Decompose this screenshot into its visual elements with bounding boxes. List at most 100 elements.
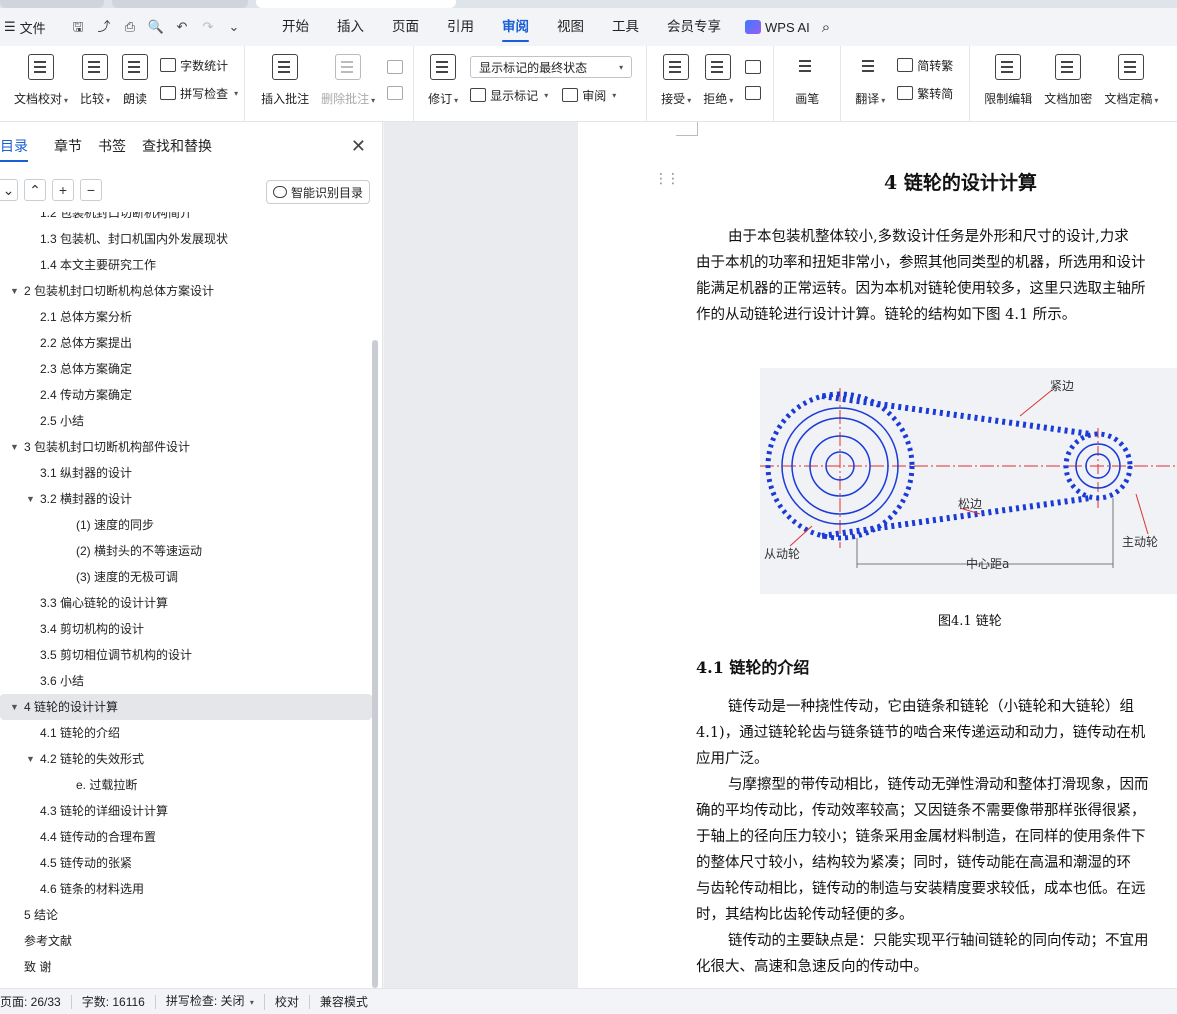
- delete-comment-button[interactable]: 删除批注 ▾: [315, 54, 381, 107]
- simplified-to-traditional-button[interactable]: 简转繁: [897, 56, 953, 74]
- toc-item[interactable]: 2.3 总体方案确定: [0, 356, 372, 382]
- toc-item[interactable]: ▼ 3 包装机封口切断机构部件设计: [0, 434, 372, 460]
- proofread-status[interactable]: 校对: [265, 994, 310, 1009]
- toc-item[interactable]: 4.1 链轮的介绍: [0, 720, 372, 746]
- markup-state-value: 显示标记的最终状态: [479, 60, 588, 75]
- window-tab-active[interactable]: [256, 0, 456, 8]
- undo-icon[interactable]: ↶: [172, 17, 192, 37]
- toc-item[interactable]: 1.2 包装机封口切断机构简介: [0, 212, 372, 226]
- toc-item[interactable]: 3.3 偏心链轮的设计计算: [0, 590, 372, 616]
- tab-toc[interactable]: 目录: [0, 122, 36, 170]
- print-preview-icon[interactable]: 🔍: [146, 17, 166, 37]
- insert-comment-button[interactable]: 插入批注: [255, 54, 315, 107]
- plus-icon[interactable]: +: [52, 179, 74, 201]
- collapse-chevron-icon[interactable]: ⌄: [0, 179, 18, 201]
- toc-item[interactable]: 2.4 传动方案确定: [0, 382, 372, 408]
- menu-tools[interactable]: 工具: [598, 8, 653, 46]
- translate-button[interactable]: 翻译 ▾: [849, 54, 891, 107]
- toc-item[interactable]: 4.3 链轮的详细设计计算: [0, 798, 372, 824]
- toc-item[interactable]: ▼ 3.2 横封器的设计: [0, 486, 372, 512]
- toc-item[interactable]: ▼ 4 链轮的设计计算: [0, 694, 372, 720]
- redo-icon[interactable]: ↷: [198, 17, 218, 37]
- restrict-edit-button[interactable]: 限制编辑: [978, 54, 1038, 107]
- prev-change-icon[interactable]: [745, 60, 762, 74]
- prev-comment-icon[interactable]: [387, 60, 404, 74]
- encrypt-button[interactable]: 文档加密: [1038, 54, 1098, 107]
- file-menu[interactable]: ☰ 文件: [0, 18, 60, 37]
- tab-find-replace[interactable]: 查找和替换: [134, 122, 220, 170]
- window-tab[interactable]: [0, 0, 104, 8]
- toc-item[interactable]: 1.4 本文主要研究工作: [0, 252, 372, 278]
- toc-item[interactable]: 1.3 包装机、封口机国内外发展现状: [0, 226, 372, 252]
- toc-item[interactable]: (3) 速度的无极可调: [0, 564, 372, 590]
- next-comment-icon[interactable]: [387, 86, 404, 100]
- toc-item[interactable]: 3.6 小结: [0, 668, 372, 694]
- word-count-indicator[interactable]: 字数: 16116: [72, 994, 156, 1009]
- expand-triangle-icon[interactable]: ▼: [10, 278, 19, 304]
- toc-item[interactable]: e. 过载拉断: [0, 772, 372, 798]
- menu-member[interactable]: 会员专享: [653, 8, 735, 46]
- toc-item-label: (1) 速度的同步: [76, 518, 155, 532]
- read-aloud-button[interactable]: 朗读: [116, 54, 154, 107]
- menu-view[interactable]: 视图: [543, 8, 598, 46]
- expand-triangle-icon[interactable]: ▼: [10, 434, 19, 460]
- search-icon[interactable]: ⌕: [822, 19, 830, 36]
- expand-triangle-icon[interactable]: ▼: [26, 746, 35, 772]
- print-icon[interactable]: ⎙: [120, 17, 140, 37]
- toc-item[interactable]: 3.4 剪切机构的设计: [0, 616, 372, 642]
- window-tab[interactable]: [112, 0, 248, 8]
- menu-page[interactable]: 页面: [378, 8, 433, 46]
- compare-button[interactable]: 比较 ▾: [74, 54, 116, 107]
- menu-insert[interactable]: 插入: [323, 8, 378, 46]
- menu-home[interactable]: 开始: [268, 8, 323, 46]
- doc-check-button[interactable]: 文档校对 ▾: [8, 54, 74, 107]
- expand-triangle-icon[interactable]: ▼: [26, 486, 35, 512]
- menu-review[interactable]: 审阅: [488, 8, 543, 46]
- show-markup-button[interactable]: 显示标记 ▾: [470, 87, 548, 104]
- spell-check-button[interactable]: 拼写检查 ▾: [160, 84, 238, 102]
- traditional-to-simplified-button[interactable]: 繁转简: [897, 84, 953, 102]
- smart-toc-button[interactable]: 智能识别目录: [265, 180, 370, 204]
- page-indicator[interactable]: 页面: 26/33: [0, 994, 72, 1009]
- toc-item[interactable]: (1) 速度的同步: [0, 512, 372, 538]
- toc-item[interactable]: ▼ 4.2 链轮的失效形式: [0, 746, 372, 772]
- finalize-button[interactable]: 文档定稿 ▾: [1098, 54, 1164, 107]
- chevron-up-icon[interactable]: ⌃: [24, 179, 46, 201]
- wps-ai-button[interactable]: WPS AI: [745, 20, 810, 35]
- spell-check-status[interactable]: 拼写检查: 关闭 ▾: [156, 993, 265, 1010]
- toc-item-label: 致 谢: [24, 960, 52, 974]
- output-icon[interactable]: ⤴: [94, 17, 114, 37]
- word-count-button[interactable]: 字数统计: [160, 56, 238, 74]
- accept-button[interactable]: 接受 ▾: [655, 54, 697, 107]
- toc-item[interactable]: 4.4 链传动的合理布置: [0, 824, 372, 850]
- toc-item[interactable]: 3.5 剪切相位调节机构的设计: [0, 642, 372, 668]
- toc-item-label: 4.3 链轮的详细设计计算: [40, 804, 169, 818]
- pen-button[interactable]: 画笔: [788, 54, 826, 107]
- drag-handle-icon[interactable]: ⋮⋮: [654, 170, 680, 187]
- tab-chapters[interactable]: 章节: [46, 122, 90, 170]
- toc-item[interactable]: (2) 横封头的不等速运动: [0, 538, 372, 564]
- expand-triangle-icon[interactable]: ▼: [10, 694, 19, 720]
- save-icon[interactable]: 🖫: [68, 17, 88, 37]
- tab-bookmarks[interactable]: 书签: [90, 122, 134, 170]
- toc-item[interactable]: 参考文献: [0, 928, 372, 954]
- reject-button[interactable]: 拒绝 ▾: [697, 54, 739, 107]
- toc-item[interactable]: 3.1 纵封器的设计: [0, 460, 372, 486]
- toc-item[interactable]: 4.6 链条的材料选用: [0, 876, 372, 902]
- toc-scrollbar[interactable]: [372, 340, 378, 988]
- toc-item[interactable]: 2.1 总体方案分析: [0, 304, 372, 330]
- review-pane-button[interactable]: 审阅 ▾: [562, 87, 616, 104]
- revise-button[interactable]: 修订 ▾: [422, 54, 464, 107]
- minus-icon[interactable]: −: [80, 179, 102, 201]
- toc-item[interactable]: ▼ 2 包装机封口切断机构总体方案设计: [0, 278, 372, 304]
- next-change-icon[interactable]: [745, 86, 762, 100]
- toc-item[interactable]: 2.5 小结: [0, 408, 372, 434]
- markup-state-select[interactable]: 显示标记的最终状态 ▾: [470, 56, 633, 78]
- toc-item[interactable]: 致 谢: [0, 954, 372, 980]
- more-chevron-icon[interactable]: ⌄: [224, 17, 244, 37]
- toc-item[interactable]: 4.5 链传动的张紧: [0, 850, 372, 876]
- toc-item[interactable]: 2.2 总体方案提出: [0, 330, 372, 356]
- menu-references[interactable]: 引用: [433, 8, 488, 46]
- toc-item[interactable]: 5 结论: [0, 902, 372, 928]
- close-icon[interactable]: ✕: [351, 136, 366, 157]
